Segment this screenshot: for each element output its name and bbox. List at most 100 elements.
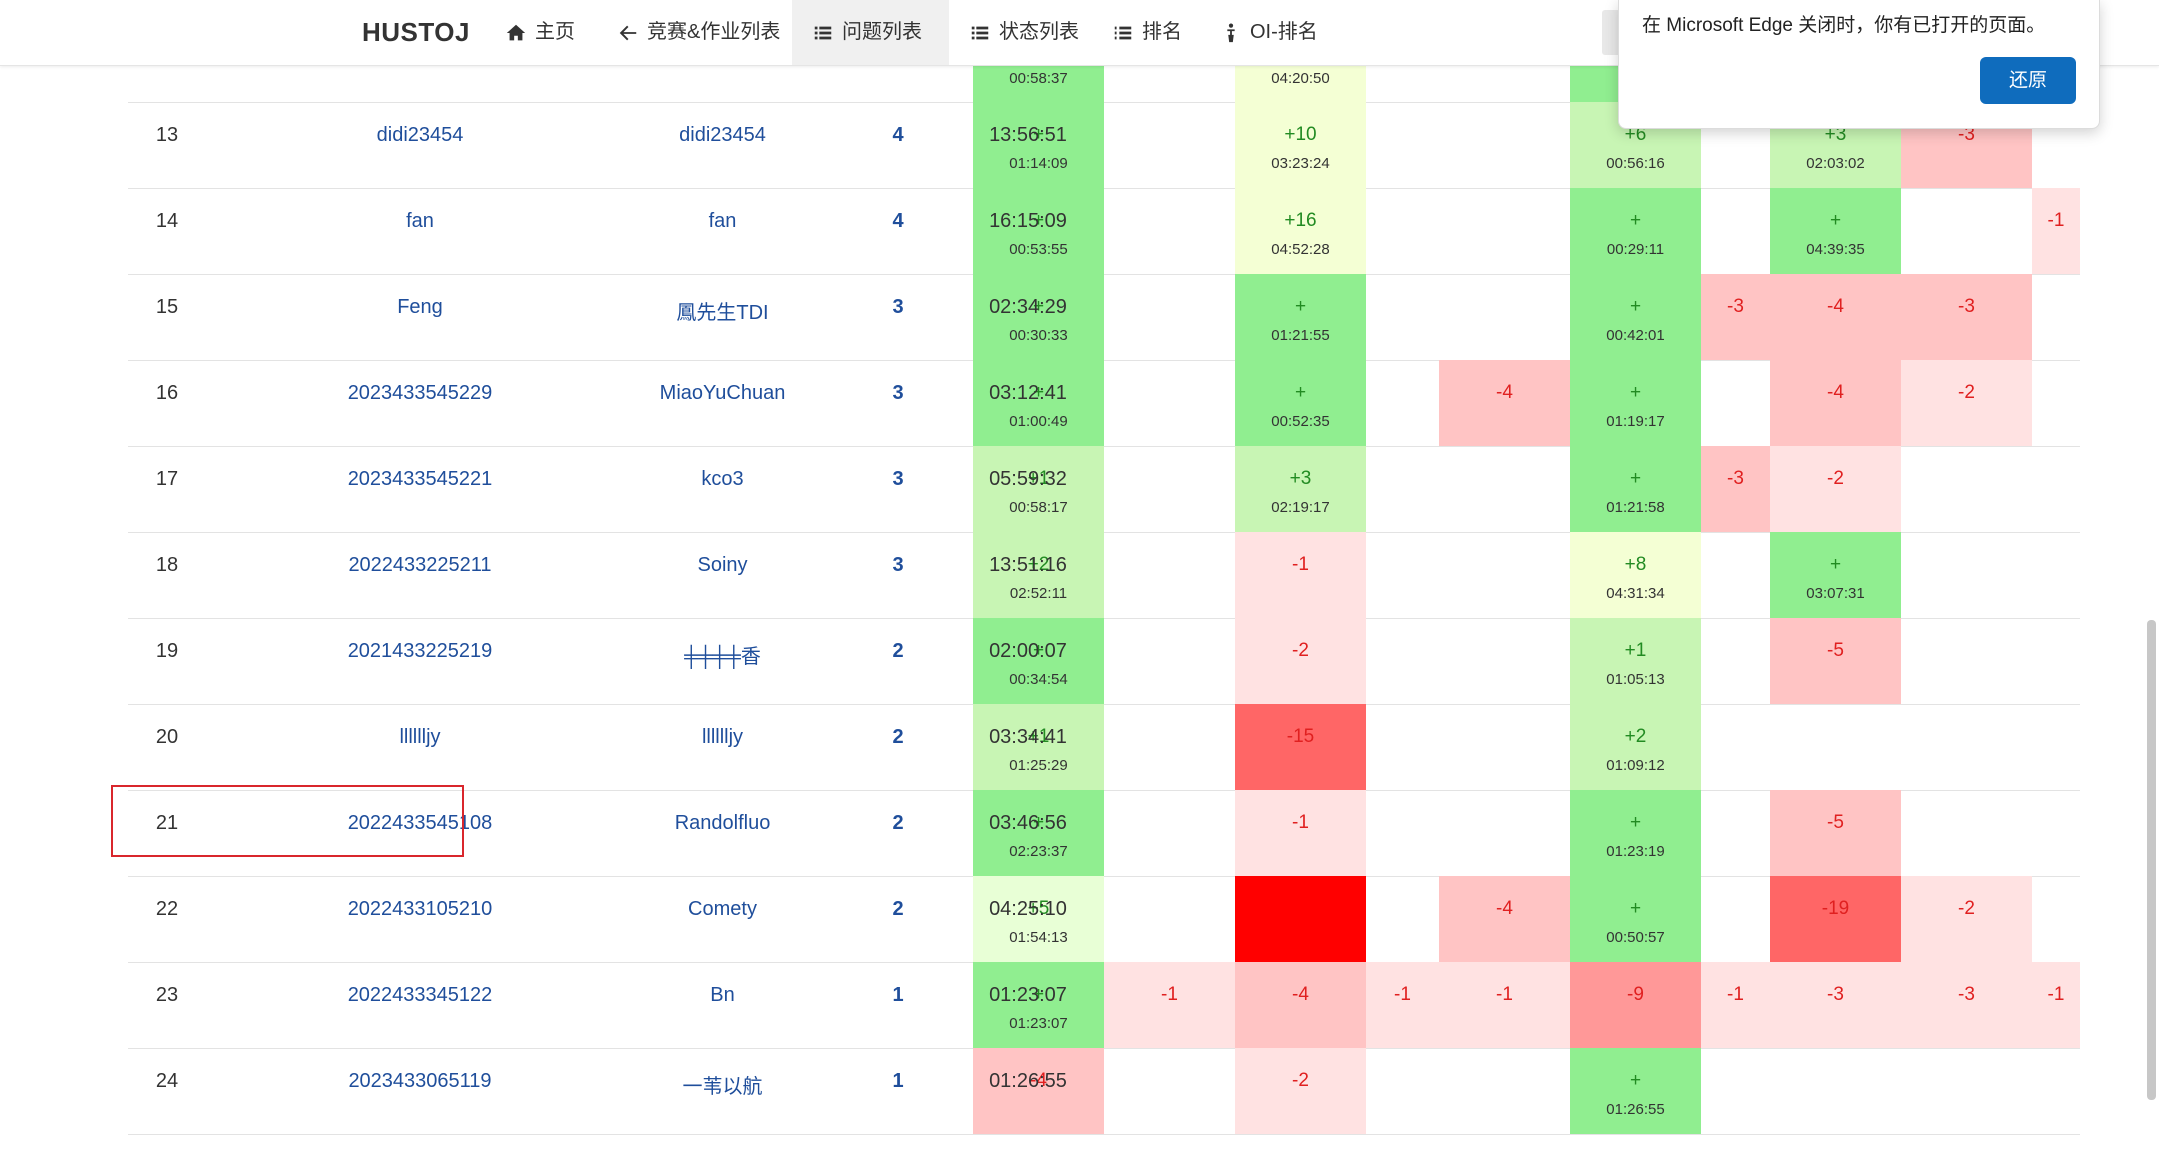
restore-button[interactable]: 还原 <box>1980 57 2076 104</box>
solved-count-link-text[interactable]: 1 <box>837 984 959 1007</box>
user-id-link[interactable]: 2022433345122 <box>306 962 534 1048</box>
nickname-link[interactable]: Bn <box>575 962 870 1048</box>
accept-time: 04:20:50 <box>1271 70 1330 87</box>
nav-ranking[interactable]: 排名 <box>1092 0 1202 65</box>
solved-count-link[interactable]: 3 <box>837 532 959 618</box>
solved-count-link-text[interactable]: 3 <box>837 468 959 491</box>
solved-count-link[interactable]: 3 <box>837 274 959 360</box>
rank-cell-text: 15 <box>155 296 179 318</box>
accept-time: 02:19:17 <box>1271 499 1330 516</box>
user-id-link[interactable]: didi23454 <box>306 102 534 188</box>
nickname-link-text[interactable]: didi23454 <box>575 124 870 147</box>
problem-result-cell: -15 <box>1235 704 1366 790</box>
user-id-link[interactable]: 2023433545229 <box>306 360 534 446</box>
nickname-link-text[interactable]: 鳳先生TDI <box>575 296 870 325</box>
nickname-link[interactable]: Randolfluo <box>575 790 870 876</box>
user-id-link[interactable]: fan <box>306 188 534 274</box>
nickname-link[interactable]: Comety <box>575 876 870 962</box>
solved-count-link-text[interactable]: 3 <box>837 382 959 405</box>
attempt-count: + <box>1629 296 1642 317</box>
solved-count-link-text[interactable]: 3 <box>837 296 959 319</box>
table-row: +00:30:33 +01:21:55 +00:42:01 -3 -4 -3 15 Feng 鳳… <box>128 274 2080 361</box>
solved-count-link[interactable]: 4 <box>837 188 959 274</box>
nickname-link[interactable]: kco3 <box>575 446 870 532</box>
nickname-link-text[interactable]: Comety <box>575 898 870 921</box>
solved-count-link[interactable]: 3 <box>837 446 959 532</box>
penalty-cell: 13:51:16 <box>948 532 1108 618</box>
nav-oi-ranking[interactable]: OI-排名 <box>1200 0 1338 65</box>
problem-result-cell: -1 <box>2032 962 2080 1048</box>
nickname-link-text[interactable]: fan <box>575 210 870 233</box>
table-row: -4 -2 +01:26:55 24 2023433065119 一苇以航 1 01:26:5… <box>128 1048 2080 1135</box>
nickname-link-text[interactable]: kco3 <box>575 468 870 491</box>
user-id-link-text[interactable]: 2022433105210 <box>306 898 534 921</box>
solved-count-link[interactable]: 3 <box>837 360 959 446</box>
nickname-link[interactable]: fan <box>575 188 870 274</box>
solved-count-link[interactable]: 4 <box>837 102 959 188</box>
solved-count-link-text[interactable]: 2 <box>837 898 959 921</box>
solved-count-link-text[interactable]: 4 <box>837 210 959 233</box>
user-id-link-text[interactable]: didi23454 <box>306 124 534 147</box>
solved-count-link[interactable]: 1 <box>837 1048 959 1134</box>
problem-result-cell: +03:07:31 <box>1770 532 1901 618</box>
nickname-link[interactable]: ╪╪╪╪香 <box>575 618 870 704</box>
nav-problem-list[interactable]: 问题列表 <box>792 0 949 65</box>
user-id-link-text[interactable]: 2021433225219 <box>306 640 534 663</box>
nickname-link[interactable]: 一苇以航 <box>575 1048 870 1134</box>
nickname-link[interactable]: Soiny <box>575 532 870 618</box>
brand-logo[interactable]: HUSTOJ <box>362 0 470 65</box>
user-id-link-text[interactable]: fan <box>306 210 534 233</box>
page-scrollbar[interactable] <box>2147 620 2156 1100</box>
solved-count-link-text[interactable]: 3 <box>837 554 959 577</box>
user-id-link-text[interactable]: 2023433545229 <box>306 382 534 405</box>
user-id-link[interactable]: lllllljy <box>306 704 534 790</box>
solved-count-link[interactable]: 1 <box>837 962 959 1048</box>
table-row: +01:00:49 +00:52:35 -4 +01:19:17 -4 -2 16 20234… <box>128 360 2080 447</box>
nav-home[interactable]: 主页 <box>485 0 595 65</box>
accept-time: 01:19:17 <box>1606 413 1665 430</box>
nickname-link-text[interactable]: Bn <box>575 984 870 1007</box>
nickname-link[interactable]: didi23454 <box>575 102 870 188</box>
nav-ranking-label: 排名 <box>1142 21 1182 43</box>
user-id-link-text[interactable]: 2022433345122 <box>306 984 534 1007</box>
nickname-link-text[interactable]: lllllljy <box>575 726 870 749</box>
nav-status-list[interactable]: 状态列表 <box>949 0 1099 65</box>
nickname-link[interactable]: lllllljy <box>575 704 870 790</box>
user-id-link-text[interactable]: lllllljy <box>306 726 534 749</box>
nickname-link-text[interactable]: 一苇以航 <box>575 1070 870 1099</box>
accept-time: 02:03:02 <box>1806 155 1865 172</box>
user-id-link[interactable]: 2022433225211 <box>306 532 534 618</box>
nickname-link[interactable]: MiaoYuChuan <box>575 360 870 446</box>
nickname-link-text[interactable]: Randolfluo <box>575 812 870 835</box>
nickname-link[interactable]: 鳳先生TDI <box>575 274 870 360</box>
rank-cell-text: 13 <box>155 124 179 146</box>
rank-cell: 20 <box>128 704 206 790</box>
attempt-count: -4 <box>1292 984 1309 1005</box>
nickname-link-text[interactable]: ╪╪╪╪香 <box>575 640 870 669</box>
solved-count-link[interactable]: 2 <box>837 618 959 704</box>
user-id-link[interactable]: Feng <box>306 274 534 360</box>
problem-result-cell: +1 01:05:13 <box>1570 618 1701 704</box>
nickname-link-text[interactable]: Soiny <box>575 554 870 577</box>
rank-cell-text: 23 <box>155 984 179 1006</box>
user-id-link-text[interactable]: 2023433545221 <box>306 468 534 491</box>
user-id-link-text[interactable]: 2023433065119 <box>306 1070 534 1093</box>
solved-count-link-text[interactable]: 1 <box>837 1070 959 1093</box>
solved-count-link-text[interactable]: 2 <box>837 812 959 835</box>
user-id-link[interactable]: 2023433545221 <box>306 446 534 532</box>
user-id-link[interactable]: 2023433065119 <box>306 1048 534 1134</box>
user-id-link-text[interactable]: 2022433225211 <box>306 554 534 577</box>
problem-result-cell: +01:19:17 <box>1570 360 1701 446</box>
user-id-link[interactable]: 2022433105210 <box>306 876 534 962</box>
nav-contest-list[interactable]: 竞赛&作业列表 <box>597 0 800 65</box>
user-id-link-text[interactable]: Feng <box>306 296 534 319</box>
solved-count-link-text[interactable]: 2 <box>837 640 959 663</box>
solved-count-link[interactable]: 2 <box>837 704 959 790</box>
nav-problem-list-label: 问题列表 <box>842 21 922 43</box>
solved-count-link[interactable]: 2 <box>837 876 959 962</box>
user-id-link[interactable]: 2021433225219 <box>306 618 534 704</box>
solved-count-link-text[interactable]: 2 <box>837 726 959 749</box>
nickname-link-text[interactable]: MiaoYuChuan <box>575 382 870 405</box>
solved-count-link[interactable]: 2 <box>837 790 959 876</box>
solved-count-link-text[interactable]: 4 <box>837 124 959 147</box>
